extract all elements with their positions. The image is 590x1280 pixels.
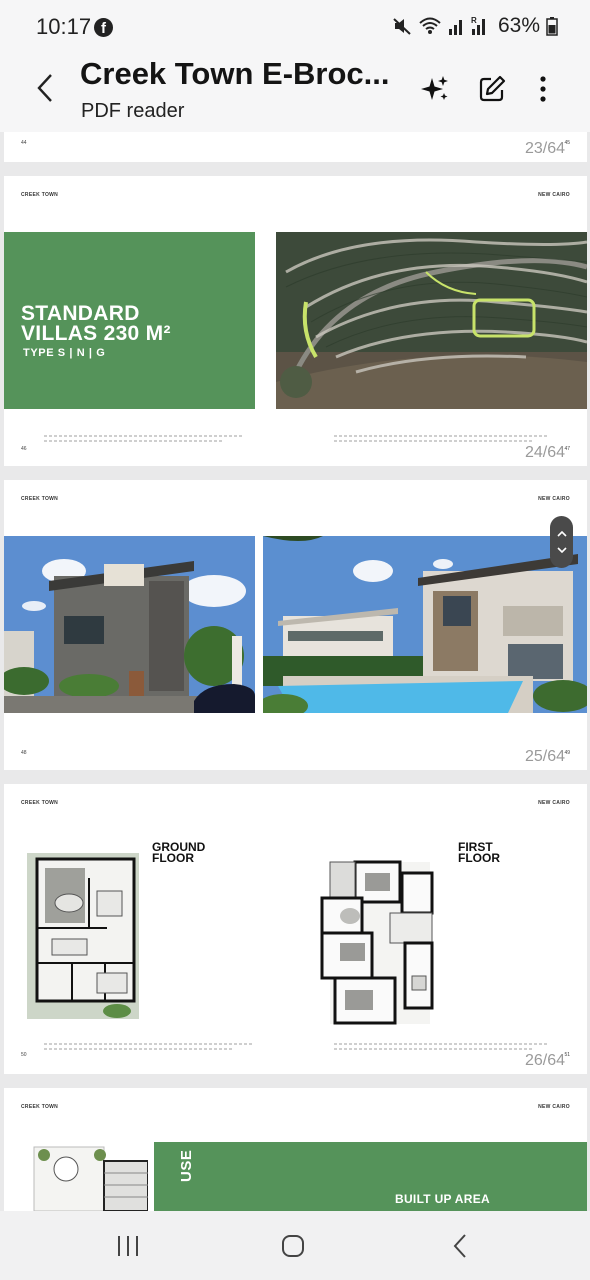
back-button[interactable] (28, 68, 62, 108)
page-footer-number: 44 (21, 140, 27, 146)
svg-text:R: R (471, 16, 477, 25)
mute-icon (393, 18, 411, 35)
first-floor-plan (320, 858, 436, 1028)
system-nav-bar (0, 1211, 590, 1280)
fine-print (334, 435, 549, 437)
pdf-page[interactable]: CREEK TOWN NEW CAIRO GROUND FLOOR FIRST … (4, 784, 587, 1074)
document-subtitle: PDF reader (81, 100, 185, 122)
status-icons: R 63% (392, 14, 558, 38)
page-header-left: CREEK TOWN (21, 1104, 59, 1110)
more-options-button[interactable] (526, 72, 560, 106)
facebook-icon: f (94, 18, 113, 37)
signal-icon (448, 20, 462, 35)
page-footer-number: 51 (564, 1052, 570, 1058)
page-header-right: NEW CAIRO (538, 192, 570, 198)
edit-icon (479, 75, 506, 102)
ground-floor-plan (27, 853, 139, 1019)
built-up-area-panel: USE BUILT UP AREA (154, 1142, 587, 1211)
back-nav-button[interactable] (440, 1231, 480, 1261)
chevron-up-icon (556, 531, 567, 537)
recents-button[interactable] (108, 1231, 148, 1261)
page-indicator: 26/64 (524, 1052, 565, 1069)
chevron-down-icon (556, 547, 567, 553)
page-footer-number: 48 (21, 750, 27, 756)
villa-heading-line2: VILLAS 230 M² (21, 322, 171, 345)
page-header-left: CREEK TOWN (21, 800, 59, 806)
fine-print (334, 1048, 534, 1050)
signal-roaming-icon: R (471, 16, 485, 35)
pdf-reader-screen: 10:17 f R 63% Creek Town E-Broc... PDF r… (0, 0, 590, 1280)
back-icon (37, 74, 52, 102)
fine-print (44, 1043, 254, 1045)
edit-button[interactable] (475, 72, 509, 106)
home-icon (282, 1235, 304, 1257)
status-bar: 10:17 f R 63% (0, 0, 590, 54)
fast-scroll-handle[interactable] (550, 516, 573, 568)
fine-print (334, 1043, 549, 1045)
villa-heading: STANDARD VILLAS 230 M² (21, 302, 171, 345)
ground-floor-label: GROUND FLOOR (152, 841, 205, 865)
first-floor-label: FIRST FLOOR (458, 841, 500, 865)
ground-floor-label-line2: FLOOR (152, 851, 194, 865)
home-button[interactable] (273, 1231, 313, 1261)
battery-icon (546, 17, 558, 36)
recents-icon (118, 1236, 138, 1256)
back-nav-icon (453, 1234, 466, 1258)
page-indicator: 24/64 (524, 444, 565, 461)
ai-sparkle-icon (421, 76, 448, 100)
pdf-page[interactable]: CREEK TOWN NEW CAIRO 48 49 25/64 (4, 480, 587, 770)
pdf-page[interactable]: CREEK TOWN NEW CAIRO USE BUILT UP AREA (4, 1088, 587, 1211)
more-vert-icon (540, 76, 546, 102)
page-footer-number: 46 (21, 446, 27, 452)
masterplan-aerial-image (276, 232, 587, 409)
villa-heading-line1: STANDARD (21, 302, 140, 325)
page-header-left: CREEK TOWN (21, 192, 59, 198)
page-footer-number: 50 (21, 1052, 27, 1058)
roof-floor-plan (30, 1143, 149, 1211)
villa-street-render (4, 536, 255, 713)
fine-print (44, 1048, 234, 1050)
ai-assist-button[interactable] (418, 72, 452, 106)
page-indicator: 23/64 (524, 140, 565, 157)
battery-percentage: 63% (497, 14, 540, 37)
pdf-page[interactable]: CREEK TOWN NEW CAIRO STANDARD VILLAS 230… (4, 176, 587, 466)
page-header-right: NEW CAIRO (538, 496, 570, 502)
page-header-left: CREEK TOWN (21, 496, 59, 502)
pdf-page[interactable]: 44 45 23/64 (4, 132, 587, 162)
document-title: Creek Town E-Broc... (80, 56, 390, 91)
page-header-right: NEW CAIRO (538, 1104, 570, 1110)
villa-type-label: TYPE S | N | G (23, 347, 106, 359)
page-footer-number: 45 (564, 140, 570, 146)
app-header: Creek Town E-Broc... PDF reader (0, 54, 590, 132)
first-floor-label-line2: FLOOR (458, 851, 500, 865)
status-time: 10:17 (36, 14, 92, 39)
villa-title-panel: STANDARD VILLAS 230 M² TYPE S | N | G (4, 232, 255, 409)
fine-print (44, 440, 224, 442)
wifi-icon (419, 17, 441, 34)
villa-pool-render (263, 536, 587, 713)
page-footer-number: 49 (564, 750, 570, 756)
fine-print (334, 440, 534, 442)
page-indicator: 25/64 (524, 748, 565, 765)
built-up-area-label: BUILT UP AREA (395, 1192, 491, 1206)
page-header-right: NEW CAIRO (538, 800, 570, 806)
vertical-section-title: USE (178, 1149, 195, 1182)
fine-print (44, 435, 244, 437)
page-footer-number: 47 (564, 446, 570, 452)
